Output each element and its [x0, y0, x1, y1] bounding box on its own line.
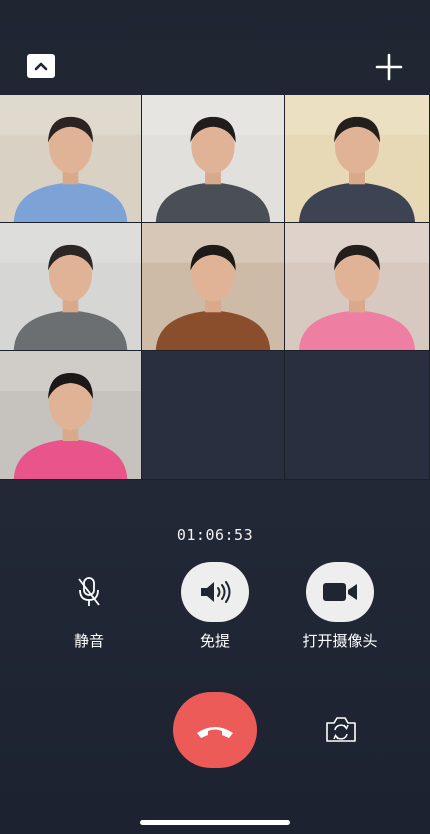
video-camera-icon	[323, 583, 357, 601]
participant-video[interactable]	[0, 95, 142, 223]
home-indicator	[140, 820, 290, 825]
camera-button[interactable]: 打开摄像头	[280, 562, 400, 651]
participant-video[interactable]	[285, 223, 430, 351]
call-duration: 01:06:53	[176, 526, 254, 544]
flip-camera-button[interactable]	[324, 714, 358, 744]
participant-avatar	[285, 95, 429, 222]
microphone-muted-icon	[78, 577, 100, 606]
participant-avatar	[0, 223, 141, 350]
participant-avatar	[0, 95, 141, 222]
participant-avatar	[142, 223, 284, 350]
video-grid	[0, 95, 430, 480]
mute-label: 静音	[73, 632, 104, 650]
speaker-icon	[201, 581, 231, 603]
participant-video[interactable]	[285, 95, 430, 223]
speaker-button[interactable]: 免提	[155, 562, 275, 651]
participant-video[interactable]	[142, 223, 285, 351]
participant-video[interactable]	[0, 351, 142, 480]
chevron-up-icon	[34, 62, 48, 71]
participant-avatar	[285, 223, 429, 350]
participant-avatar	[142, 95, 284, 222]
add-participant-button[interactable]	[372, 50, 406, 84]
speaker-label: 免提	[199, 632, 230, 650]
mute-button[interactable]: 静音	[29, 562, 149, 651]
empty-video-slot	[142, 351, 285, 480]
empty-video-slot	[285, 351, 430, 480]
top-bar	[0, 0, 430, 95]
hang-up-button[interactable]	[173, 692, 257, 768]
camera-button-circle[interactable]	[306, 562, 374, 622]
camera-label: 打开摄像头	[302, 632, 378, 650]
mute-button-circle[interactable]	[55, 562, 123, 622]
participant-video[interactable]	[142, 95, 285, 223]
participant-avatar	[0, 351, 141, 479]
plus-icon	[375, 53, 403, 81]
flip-camera-icon	[326, 717, 356, 742]
participant-video[interactable]	[0, 223, 142, 351]
phone-hangup-icon	[197, 727, 233, 738]
collapse-button[interactable]	[27, 54, 55, 78]
speaker-button-circle[interactable]	[181, 562, 249, 622]
